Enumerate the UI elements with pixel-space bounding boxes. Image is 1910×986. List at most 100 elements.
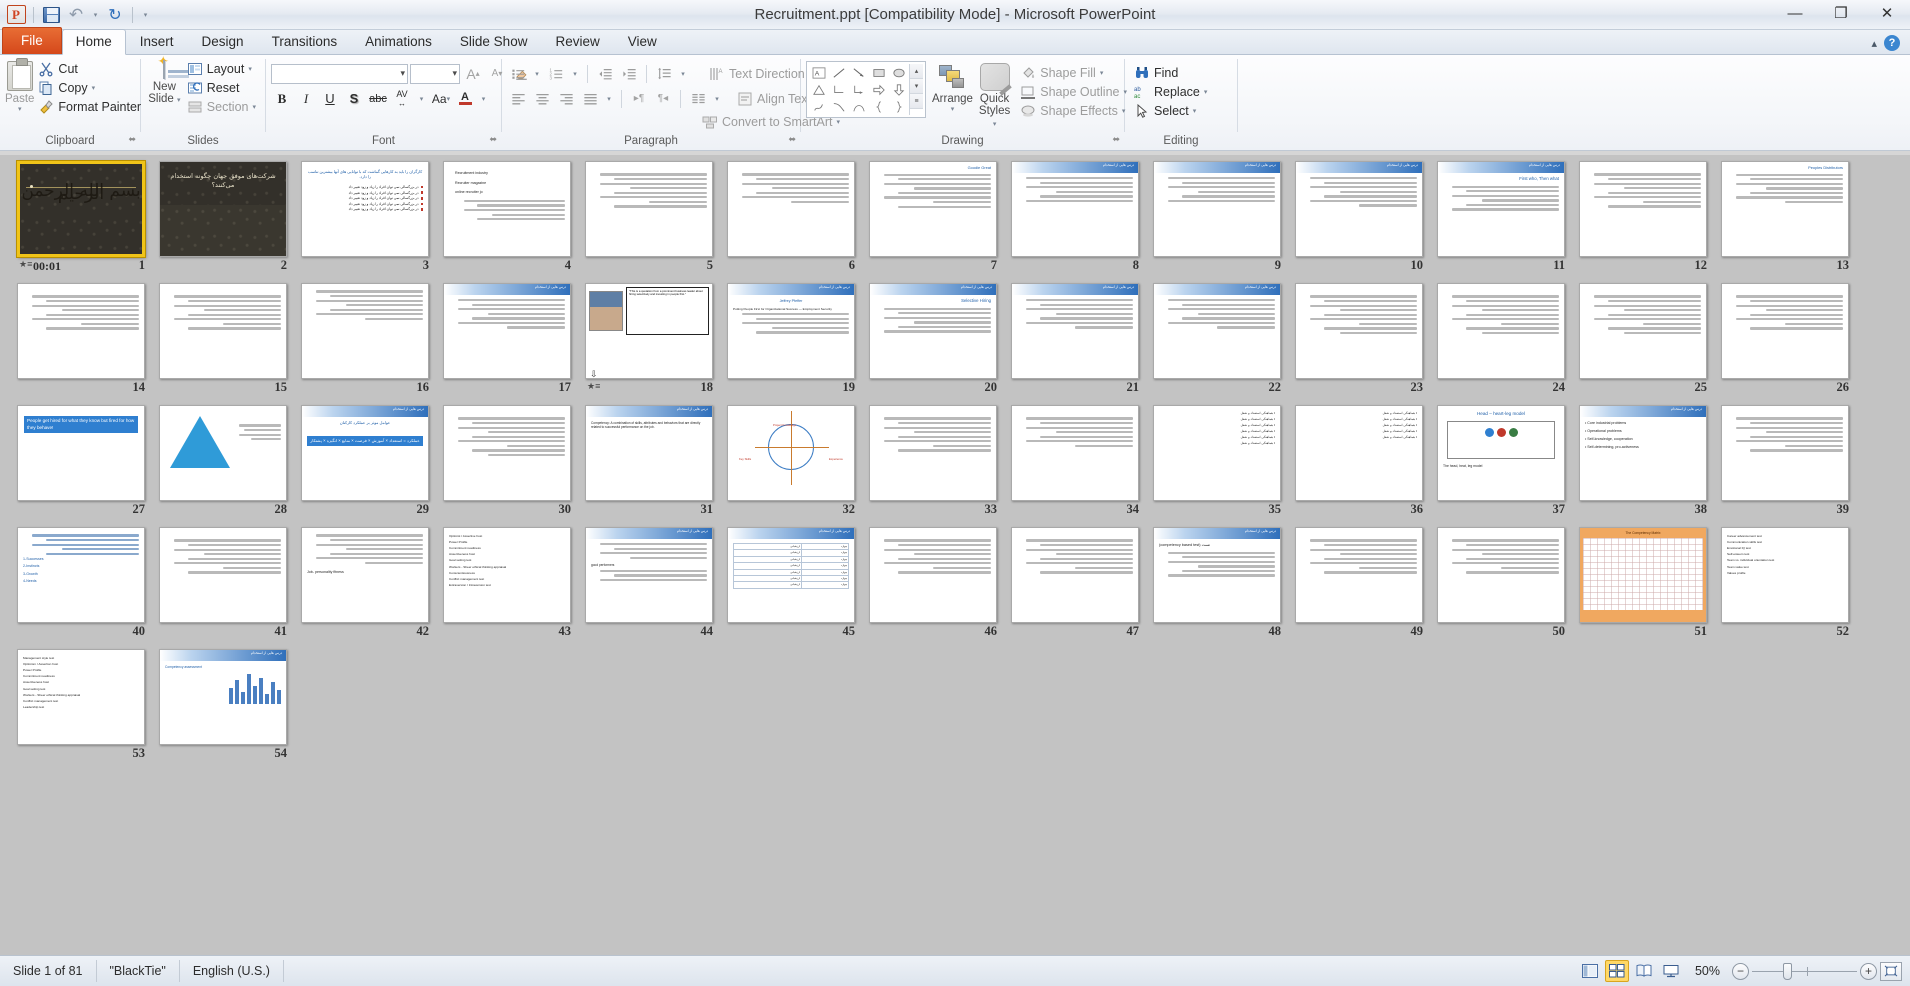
- slide-thumbnail-cell[interactable]: 49: [1288, 527, 1430, 640]
- justify-dropdown[interactable]: ▾: [603, 88, 615, 109]
- slide-thumbnail-cell[interactable]: Recruitment industry Recruiter magazine on…: [436, 161, 578, 274]
- align-center-button[interactable]: [531, 88, 553, 109]
- slide-thumbnail-cell[interactable]: درس هایی از استخدام 21: [1004, 283, 1146, 396]
- slide-thumbnail-14[interactable]: [17, 283, 145, 379]
- slide-thumbnail-cell[interactable]: 25: [1572, 283, 1714, 396]
- shape-fill-button[interactable]: Shape Fill ▾: [1016, 64, 1131, 82]
- normal-view-button[interactable]: [1578, 960, 1602, 982]
- slide-show-button[interactable]: [1659, 960, 1683, 982]
- slide-thumbnail-cell[interactable]: درس هایی از استخدام good performers 44: [578, 527, 720, 640]
- slide-thumbnail-cell[interactable]: درس هایی از استخدام 17: [436, 283, 578, 396]
- slide-thumbnail-48[interactable]: درس هایی از استخدام (competency based tes…: [1153, 527, 1281, 623]
- underline-button[interactable]: U: [319, 88, 341, 109]
- slide-thumbnail-23[interactable]: [1295, 283, 1423, 379]
- slide-thumbnail-cell[interactable]: درس هایی از استخدام Competency: A combina…: [578, 405, 720, 518]
- slide-thumbnail-cell[interactable]: 24: [1430, 283, 1572, 396]
- slide-thumbnail-cell[interactable]: 16: [294, 283, 436, 396]
- slide-thumbnail-cell[interactable]: درس هایی از استخدام موارد ارزشیابی موارد ارز…: [720, 527, 862, 640]
- elbow-connector-icon[interactable]: [829, 81, 849, 98]
- tab-design[interactable]: Design: [188, 29, 258, 54]
- layout-button[interactable]: Layout ▾: [183, 60, 260, 78]
- slide-thumbnail-cell[interactable]: درس هایی از استخدام • Core industrial pro…: [1572, 405, 1714, 518]
- slide-thumbnail-46[interactable]: [869, 527, 997, 623]
- slide-thumbnail-28[interactable]: [159, 405, 287, 501]
- slide-thumbnail-32[interactable]: Project Knowledge Key Skills Experience: [727, 405, 855, 501]
- grow-font-button[interactable]: A ▴: [462, 63, 484, 84]
- copy-button[interactable]: Copy ▾: [34, 79, 145, 97]
- slide-thumbnail-cell[interactable]: Head – heart-leg model The head, heat, le…: [1430, 405, 1572, 518]
- slide-thumbnail-11[interactable]: درس هایی از استخدام First who, Then what: [1437, 161, 1565, 257]
- slide-thumbnail-5[interactable]: [585, 161, 713, 257]
- arrange-button[interactable]: Arrange ▾: [932, 61, 973, 113]
- triangle-shape-icon[interactable]: [809, 81, 829, 98]
- slide-thumbnail-7[interactable]: Goodie Great: [869, 161, 997, 257]
- slide-thumbnail-cell[interactable]: • هماهنگی استعداد و شغل • هماهنگی استعداد…: [1146, 405, 1288, 518]
- slide-thumbnail-24[interactable]: [1437, 283, 1565, 379]
- bullets-button[interactable]: [507, 63, 529, 84]
- animation-star-icon[interactable]: ★≡: [19, 259, 32, 270]
- help-icon[interactable]: ?: [1884, 35, 1900, 51]
- curve-shape-icon[interactable]: [829, 98, 849, 115]
- fit-to-window-button[interactable]: [1880, 961, 1902, 981]
- customize-qat-button[interactable]: ▾: [139, 4, 152, 26]
- columns-dropdown[interactable]: ▾: [711, 88, 723, 109]
- slide-thumbnail-35[interactable]: • هماهنگی استعداد و شغل • هماهنگی استعداد…: [1153, 405, 1281, 501]
- slide-thumbnail-39[interactable]: [1721, 405, 1849, 501]
- slide-thumbnail-cell[interactable]: درس هایی از استخدام 8: [1004, 161, 1146, 274]
- slide-thumbnail-cell[interactable]: درس هایی از استخدام 10: [1288, 161, 1430, 274]
- tab-review[interactable]: Review: [541, 29, 613, 54]
- font-name-combobox[interactable]: ▾: [271, 63, 408, 84]
- slide-thumbnail-cell[interactable]: درس هایی از استخدام Jeffrey Pfeffer Puttin…: [720, 283, 862, 396]
- font-color-dropdown[interactable]: ▾: [478, 88, 489, 109]
- slide-thumbnail-cell[interactable]: درس هایی از استخدام 9: [1146, 161, 1288, 274]
- shapes-gallery[interactable]: A ▴ ▾ ≡: [806, 61, 926, 118]
- freeform-shape-icon[interactable]: [809, 98, 829, 115]
- slide-thumbnail-cell[interactable]: درس هایی از استخدام (competency based tes…: [1146, 527, 1288, 640]
- slide-thumbnail-38[interactable]: درس هایی از استخدام • Core industrial pro…: [1579, 405, 1707, 501]
- slide-thumbnail-cell[interactable]: 1-Successes 2-Instincts 3-Growth 4-Needs 40: [10, 527, 152, 640]
- slide-sorter-pane[interactable]: بسم الله الرحمن الرحیم ★≡ 00:01 1 شرکت‌های م…: [0, 155, 1910, 955]
- tab-slide-show[interactable]: Slide Show: [446, 29, 542, 54]
- zoom-out-button[interactable]: −: [1732, 962, 1749, 980]
- redo-button[interactable]: ↻: [104, 4, 126, 26]
- slide-thumbnail-49[interactable]: [1295, 527, 1423, 623]
- character-spacing-dropdown[interactable]: ▾: [415, 88, 428, 109]
- quick-styles-button[interactable]: Quick Styles ▾: [979, 61, 1010, 131]
- align-right-button[interactable]: [555, 88, 577, 109]
- slide-thumbnail-17[interactable]: درس هایی از استخدام: [443, 283, 571, 379]
- slide-thumbnail-cell[interactable]: 23: [1288, 283, 1430, 396]
- zoom-slider[interactable]: [1752, 962, 1857, 980]
- slide-thumbnail-cell[interactable]: 6: [720, 161, 862, 274]
- shapes-gallery-scroll[interactable]: ▴ ▾ ≡: [909, 64, 923, 115]
- section-button[interactable]: Section ▾: [183, 98, 260, 116]
- line-spacing-dropdown[interactable]: ▾: [677, 63, 689, 84]
- change-case-button[interactable]: Aa ▾: [430, 88, 452, 109]
- slide-thumbnail-cell[interactable]: Goodie Great 7: [862, 161, 1004, 274]
- theme-status[interactable]: "BlackTie": [97, 960, 180, 982]
- slide-thumbnail-cell[interactable]: 30: [436, 405, 578, 518]
- slide-thumbnail-27[interactable]: People get hired for what they know but …: [17, 405, 145, 501]
- slide-thumbnail-cell[interactable]: • هماهنگی استعداد و شغل • هماهنگی استعداد…: [1288, 405, 1430, 518]
- clipboard-dialog-launcher[interactable]: ⬌: [128, 134, 136, 145]
- slide-thumbnail-53[interactable]: Management style test Optimism / Assertio…: [17, 649, 145, 745]
- slide-thumbnail-cell[interactable]: کارگران را باید به کارهایی گماشت که با ت…: [294, 161, 436, 274]
- bold-button[interactable]: B: [271, 88, 293, 109]
- arc-shape-icon[interactable]: [849, 98, 869, 115]
- italic-button[interactable]: I: [295, 88, 317, 109]
- close-button[interactable]: ✕: [1864, 0, 1910, 26]
- slide-thumbnail-cell[interactable]: The Competency Matrix 51: [1572, 527, 1714, 640]
- slide-thumbnail-15[interactable]: [159, 283, 287, 379]
- slide-thumbnail-cell[interactable]: بسم الله الرحمن الرحیم ★≡ 00:01 1: [10, 161, 152, 274]
- slide-thumbnail-34[interactable]: [1011, 405, 1139, 501]
- shape-outline-button[interactable]: Shape Outline ▾: [1016, 83, 1131, 101]
- slide-thumbnail-cell[interactable]: 5: [578, 161, 720, 274]
- character-spacing-button[interactable]: AV ↔: [391, 88, 413, 109]
- tab-view[interactable]: View: [614, 29, 671, 54]
- rtl-button[interactable]: ¶◂: [652, 88, 674, 109]
- numbering-button[interactable]: 123: [545, 63, 567, 84]
- slide-thumbnail-10[interactable]: درس هایی از استخدام: [1295, 161, 1423, 257]
- slide-thumbnail-37[interactable]: Head – heart-leg model The head, heat, le…: [1437, 405, 1565, 501]
- slide-thumbnail-25[interactable]: [1579, 283, 1707, 379]
- minimize-button[interactable]: —: [1772, 0, 1818, 26]
- slide-thumbnail-30[interactable]: [443, 405, 571, 501]
